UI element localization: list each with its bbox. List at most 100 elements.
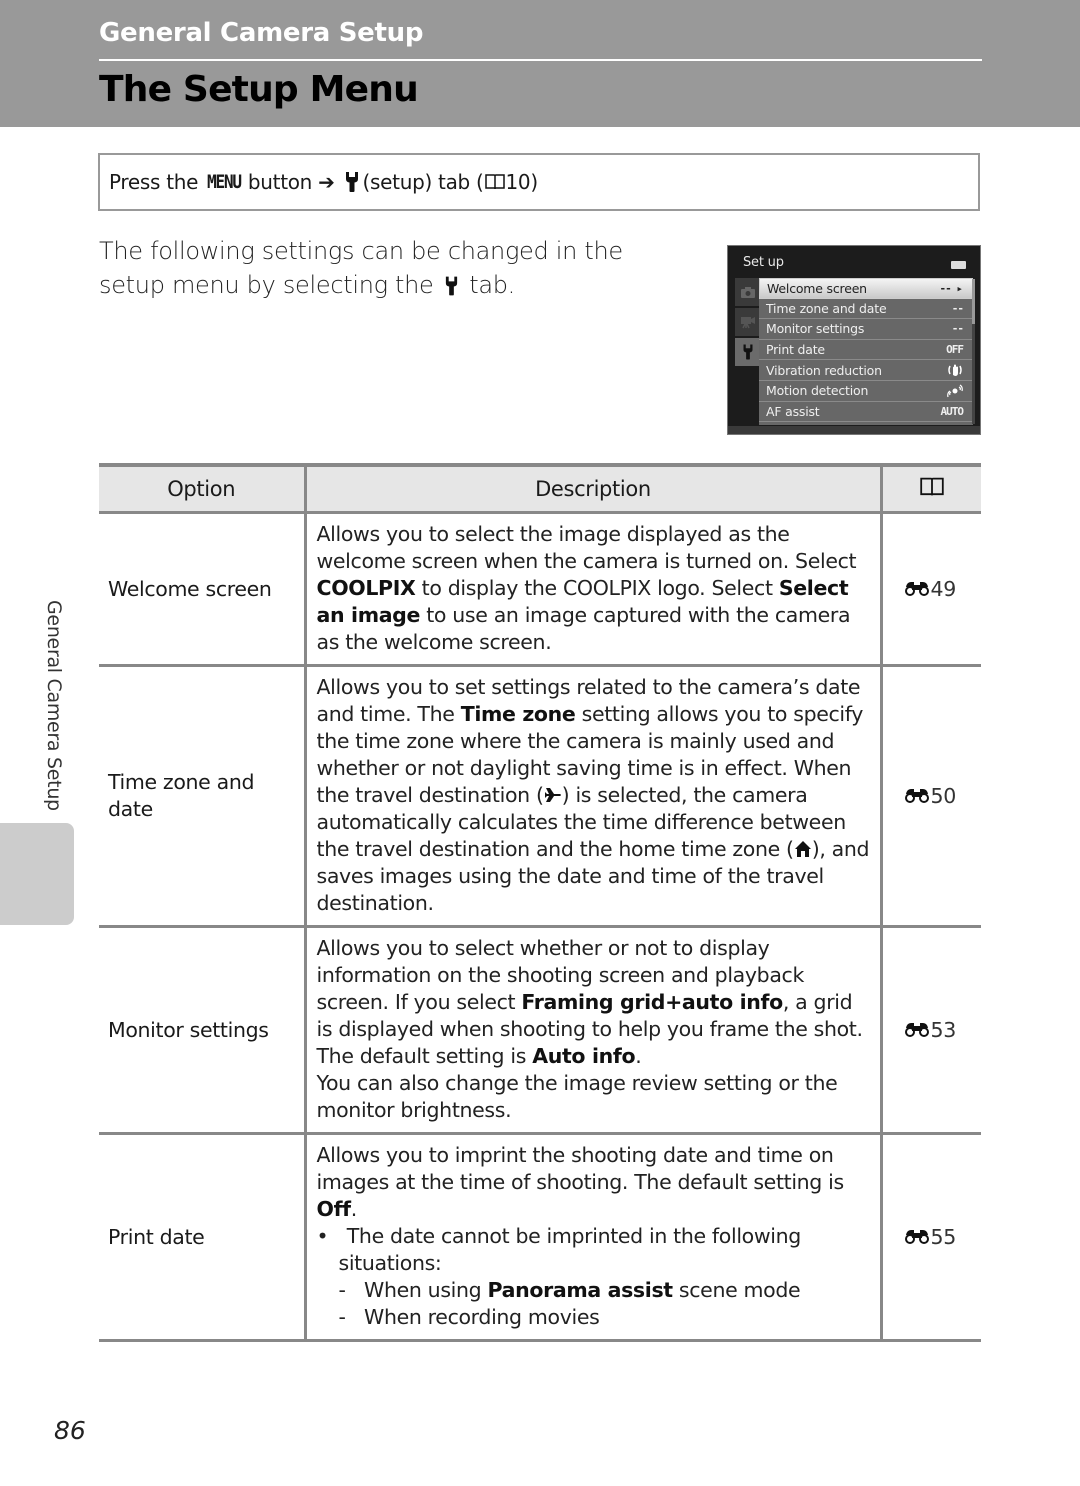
bullet-item: • The date cannot be imprinted in the fo…	[316, 1224, 802, 1275]
dash-item: - When recording movies	[338, 1305, 600, 1329]
description-cell: Allows you to select whether or not to d…	[303, 926, 881, 1135]
desc-text: to display the COOLPIX logo. Select	[415, 576, 779, 600]
menu-button-label: MENU	[207, 171, 242, 193]
binoculars-icon	[903, 1229, 931, 1245]
page-header: General Camera Setup The Setup Menu	[0, 0, 1080, 127]
motion-detection-icon	[947, 384, 963, 397]
menu-item-print-date[interactable]: Print date OFF	[759, 340, 973, 361]
menu-item-af-assist[interactable]: AF assist AUTO	[759, 402, 973, 423]
menu-item-value: -- ▸	[939, 281, 963, 295]
desc-text: Allows you to select the image displayed…	[316, 522, 857, 573]
menu-item-label: Welcome screen	[767, 280, 867, 296]
binoculars-icon	[903, 788, 931, 804]
home-icon	[794, 841, 811, 857]
binoculars-icon	[903, 581, 931, 597]
desc-bold: Framing grid+auto info	[521, 990, 783, 1014]
option-cell: Welcome screen	[99, 512, 305, 667]
menu-navigation-box: Press the MENU button ➔ (setup) tab ( 10…	[98, 153, 980, 211]
header-reference	[879, 463, 981, 514]
reference-page: 53	[930, 1018, 957, 1042]
menu-item-time-zone[interactable]: Time zone and date --	[759, 299, 973, 320]
setup-tab[interactable]	[735, 338, 761, 366]
nav-button-word: button	[247, 170, 313, 194]
header-description: Description	[303, 463, 881, 514]
camera-icon	[741, 286, 755, 298]
option-cell: Time zone and date	[99, 665, 305, 928]
dash-item: - When using Panorama assist scene mode	[338, 1278, 801, 1302]
table-row: Print date Allows you to imprint the sho…	[99, 1133, 981, 1342]
wrench-setup-icon	[344, 172, 360, 192]
section-title: General Camera Setup	[99, 18, 424, 48]
vibration-reduction-icon	[948, 364, 962, 377]
side-section-tab	[0, 823, 74, 925]
desc-text: .	[350, 1197, 358, 1221]
desc-text: .	[635, 1044, 642, 1068]
wrench-icon	[742, 344, 754, 360]
desc-text: Allows you to imprint the shooting date …	[316, 1143, 845, 1194]
intro-text-end: tab.	[469, 271, 515, 299]
side-section-label: General Camera Setup	[43, 600, 65, 811]
screen-tabs	[735, 278, 761, 368]
desc-bold: Auto info	[532, 1044, 636, 1068]
menu-item-label: Print date	[766, 342, 825, 358]
reference-cell: 55	[879, 1133, 981, 1342]
dash-text: When using	[364, 1278, 488, 1302]
page-title: The Setup Menu	[99, 69, 419, 110]
screen-bottom-bar	[728, 426, 980, 434]
shooting-tab[interactable]	[735, 278, 761, 306]
setup-menu-list: Welcome screen -- ▸ Time zone and date -- …	[759, 278, 973, 425]
binoculars-icon	[903, 1022, 931, 1038]
menu-item-value: OFF	[946, 343, 964, 357]
reference-cell: 53	[879, 926, 981, 1135]
airplane-icon	[544, 788, 561, 802]
table-row: Time zone and date Allows you to set set…	[99, 665, 981, 928]
dash-text: scene mode	[672, 1278, 801, 1302]
menu-item-vibration-reduction[interactable]: Vibration reduction	[759, 360, 973, 381]
intro-text: The following settings can be changed in…	[99, 237, 623, 299]
menu-item-value: --	[951, 322, 964, 336]
camera-setup-screen: Set up Welcome screen -- ▸ Time zone and …	[727, 245, 981, 435]
movie-camera-icon	[741, 317, 755, 329]
reference-page: 50	[930, 784, 957, 808]
menu-item-welcome-screen[interactable]: Welcome screen -- ▸	[759, 278, 973, 299]
description-cell: Allows you to select the image displayed…	[303, 512, 881, 667]
desc-text: You can also change the image review set…	[316, 1071, 838, 1122]
screen-scrollbar[interactable]	[972, 279, 975, 424]
intro-paragraph: The following settings can be changed in…	[99, 234, 679, 302]
screen-title: Set up	[743, 255, 784, 270]
book-icon	[920, 476, 944, 498]
arrow-right-icon: ➔	[318, 170, 335, 194]
setup-options-table: Option Description Welcome screen Allows…	[99, 463, 981, 1342]
menu-item-value: --	[951, 301, 964, 315]
scroll-thumb[interactable]	[972, 279, 975, 324]
menu-item-label: Time zone and date	[766, 300, 887, 316]
description-cell: Allows you to set settings related to th…	[303, 665, 881, 928]
desc-bold: COOLPIX	[316, 576, 416, 600]
reference-page: 49	[930, 577, 957, 601]
menu-item-label: AF assist	[766, 403, 820, 419]
reference-cell: 50	[879, 665, 981, 928]
desc-bold: Time zone	[460, 702, 576, 726]
reference-page: 55	[930, 1225, 957, 1249]
menu-item-label: Vibration reduction	[766, 362, 882, 378]
menu-item-motion-detection[interactable]: Motion detection	[759, 381, 973, 402]
desc-bold: Off	[316, 1197, 352, 1221]
wrench-setup-icon	[444, 276, 459, 296]
bullet-text: The date cannot be imprinted in the foll…	[338, 1224, 802, 1275]
nav-page-ref: 10)	[505, 170, 539, 194]
desc-bold: Panorama assist	[487, 1278, 673, 1302]
movie-tab[interactable]	[735, 308, 761, 336]
reference-cell: 49	[879, 512, 981, 667]
nav-tab-text: (setup) tab (	[362, 170, 484, 194]
dash-text: When recording movies	[364, 1305, 600, 1329]
table-row: Welcome screen Allows you to select the …	[99, 512, 981, 667]
book-icon	[485, 173, 505, 191]
table-header-row: Option Description	[99, 463, 981, 514]
menu-item-monitor-settings[interactable]: Monitor settings --	[759, 319, 973, 340]
header-option: Option	[99, 463, 305, 514]
menu-item-label: Monitor settings	[766, 321, 865, 337]
option-cell: Print date	[99, 1133, 305, 1342]
description-cell: Allows you to imprint the shooting date …	[303, 1133, 881, 1342]
page-number: 86	[54, 1416, 86, 1445]
header-divider	[99, 59, 982, 61]
